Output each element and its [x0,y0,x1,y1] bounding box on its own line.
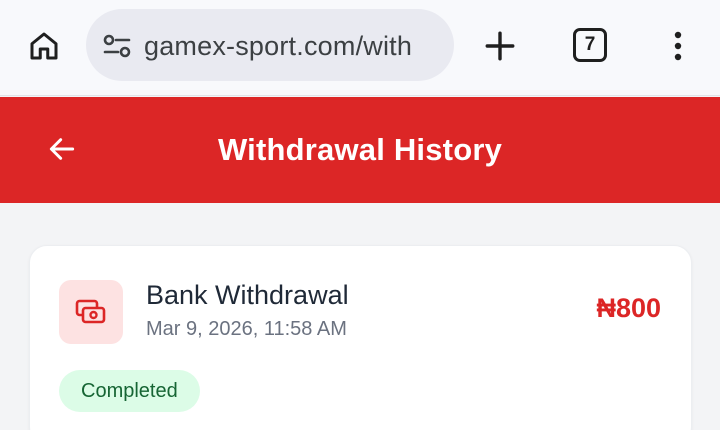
site-settings-icon[interactable] [102,32,132,60]
browser-toolbar: gamex-sport.com/with 7 [0,0,720,96]
url-text[interactable]: gamex-sport.com/with [144,29,444,63]
transaction-date: Mar 9, 2026, 11:58 AM [146,318,347,340]
transaction-icon-container [59,280,123,344]
address-bar[interactable]: gamex-sport.com/with [86,9,454,81]
transaction-amount: ₦800 [596,293,661,323]
browser-menu-button[interactable] [662,26,694,66]
status-badge: Completed [59,370,200,412]
app-header: Withdrawal History [0,97,720,203]
transaction-card[interactable]: Bank Withdrawal Mar 9, 2026, 11:58 AM ₦8… [29,245,692,430]
cash-icon [75,299,106,324]
arrow-left-icon [49,138,75,160]
home-icon [30,32,58,60]
back-button[interactable] [44,131,80,167]
new-tab-button[interactable] [480,26,520,66]
tab-switcher-button[interactable]: 7 [573,28,607,62]
more-vert-icon [674,31,682,61]
page-title: Withdrawal History [217,132,503,167]
plus-icon [485,31,515,61]
home-button[interactable] [24,26,64,66]
tab-count: 7 [584,34,596,55]
transaction-title: Bank Withdrawal [146,280,349,310]
